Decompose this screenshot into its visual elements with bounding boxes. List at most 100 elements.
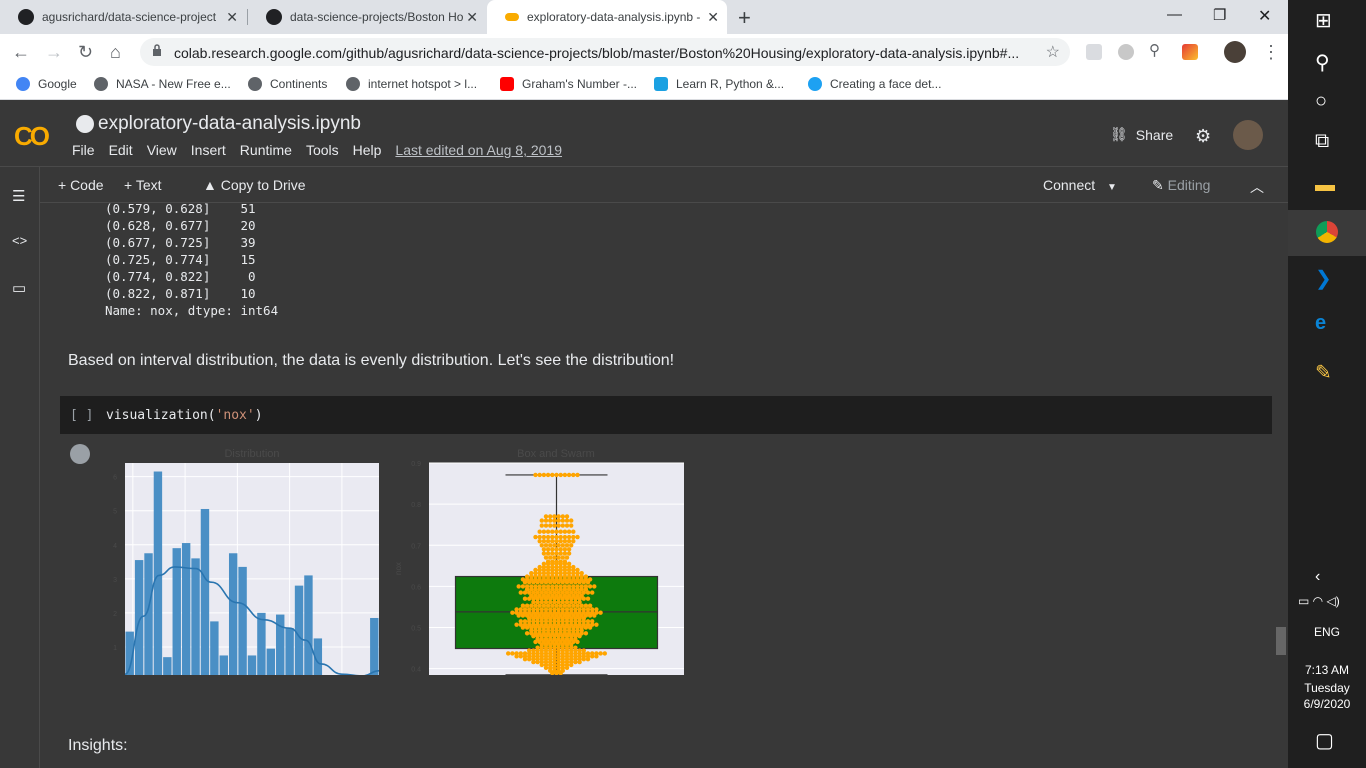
swarm-point [543, 555, 549, 560]
swarm-point [556, 599, 561, 605]
chevron-left-icon[interactable]: ‹ [1315, 568, 1320, 586]
menu-edit[interactable]: Edit [109, 142, 133, 158]
file-explorer-icon[interactable]: ▬ [1315, 174, 1335, 197]
chrome-icon[interactable] [1316, 221, 1338, 243]
bookmark-star-icon[interactable]: ☆ [1046, 42, 1060, 62]
address-bar[interactable]: colab.research.google.com/github/agusric… [140, 38, 1070, 66]
swarm-point [516, 584, 521, 589]
settings-gear-icon[interactable]: ⚙ [1195, 126, 1211, 147]
editing-mode-button[interactable]: ✎ Editing [1152, 177, 1210, 194]
tab-3-active[interactable]: exploratory-data-analysis.ipynb - ✕ [487, 0, 727, 34]
task-view-icon[interactable]: ⧉ [1315, 130, 1329, 153]
cortana-icon[interactable]: ○ [1315, 90, 1327, 113]
pencil-icon: ✎ [1152, 177, 1168, 193]
code-snippets-icon[interactable]: <> [12, 233, 27, 248]
share-button[interactable]: ⛓ Share [1110, 126, 1173, 143]
search-extension-icon[interactable]: ⚲ [1149, 41, 1165, 59]
forward-icon[interactable]: → [45, 42, 63, 63]
menu-tools[interactable]: Tools [306, 142, 339, 158]
dist-bar [219, 655, 228, 675]
output-line: (0.628, 0.677] 20 [105, 218, 256, 233]
back-icon[interactable]: ← [12, 42, 30, 63]
reload-icon[interactable]: ↻ [78, 42, 93, 63]
copy-to-drive-button[interactable]: ▲ Copy to Drive [203, 177, 306, 193]
bookmark-face[interactable]: Creating a face det... [808, 77, 941, 91]
swarm-point [550, 603, 555, 608]
dist-bar [266, 648, 276, 675]
home-icon[interactable]: ⌂ [110, 42, 121, 63]
github-icon [76, 115, 94, 133]
swarm-point [545, 534, 551, 540]
box-ytick-label: 0.8 [411, 502, 421, 509]
extension-icon[interactable] [1118, 44, 1134, 60]
swarm-point [537, 603, 542, 608]
drive-icon: ▲ [203, 177, 221, 193]
code-cell[interactable]: [ ] visualization('nox') [60, 396, 1272, 434]
menu-runtime[interactable]: Runtime [240, 142, 292, 158]
google-icon [16, 77, 30, 91]
swarm-point [577, 659, 582, 665]
close-icon[interactable]: ✕ [707, 9, 719, 26]
collapse-chevron-icon[interactable]: ︿ [1250, 177, 1264, 197]
bookmark-grahams[interactable]: Graham's Number -... [500, 77, 637, 91]
swarm-point [571, 538, 576, 544]
last-edited-link[interactable]: Last edited on Aug 8, 2019 [395, 142, 562, 158]
bookmark-continents[interactable]: Continents [248, 77, 327, 91]
user-avatar[interactable] [1233, 120, 1263, 150]
paint-icon[interactable]: ✎ [1315, 360, 1332, 385]
tab-1[interactable]: agusrichard/data-science-project ✕ [0, 0, 246, 34]
menu-file[interactable]: File [72, 142, 95, 158]
profile-avatar[interactable] [1224, 41, 1246, 63]
box-title: Box and Swarm [517, 448, 595, 460]
notebook-title[interactable]: exploratory-data-analysis.ipynb [76, 113, 361, 135]
more-menu-icon[interactable]: ⋮ [1262, 42, 1280, 63]
swarm-point [522, 657, 528, 662]
bookmark-google[interactable]: Google [16, 77, 77, 91]
clock-time[interactable]: 7:13 AM [1288, 663, 1366, 677]
url-text: colab.research.google.com/github/agusric… [174, 45, 1020, 61]
swarm-point [552, 518, 557, 523]
search-icon[interactable]: ⚲ [1315, 50, 1330, 75]
swarm-point [564, 580, 570, 585]
close-icon[interactable]: ✕ [226, 9, 238, 26]
menu-insert[interactable]: Insert [191, 142, 226, 158]
new-tab-button[interactable]: + [738, 5, 751, 31]
maximize-icon[interactable]: ❐ [1213, 6, 1226, 24]
swarm-point [566, 538, 572, 544]
menu-view[interactable]: View [147, 142, 177, 158]
bookmark-hotspot[interactable]: internet hotspot > l... [346, 77, 477, 91]
extension-icon[interactable] [1086, 44, 1102, 60]
notebook-title-text: exploratory-data-analysis.ipynb [98, 113, 361, 134]
swarm-point [575, 472, 580, 478]
dropdown-icon: ▼ [1107, 182, 1117, 193]
menu-help[interactable]: Help [353, 142, 382, 158]
extension-icon[interactable] [1182, 44, 1198, 60]
add-text-button[interactable]: + Text [124, 177, 162, 193]
swarm-point [548, 580, 553, 585]
close-window-icon[interactable]: ✕ [1258, 6, 1271, 26]
windows-start-icon[interactable]: ⊞ [1315, 8, 1332, 33]
run-cell-button[interactable]: [ ] [70, 408, 93, 423]
swarm-point [575, 534, 580, 540]
colab-logo[interactable]: CO [14, 121, 50, 152]
files-folder-icon[interactable]: ▭ [12, 279, 26, 297]
swarm-point [558, 472, 563, 478]
close-icon[interactable]: ✕ [466, 9, 478, 26]
dist-bar [181, 543, 191, 675]
bookmark-nasa[interactable]: NASA - New Free e... [94, 77, 231, 91]
swarm-point [522, 590, 528, 595]
system-tray-icons[interactable]: ▭ ◠ ◁) [1298, 594, 1340, 608]
swarm-point [516, 613, 521, 618]
language-indicator[interactable]: ENG [1288, 625, 1366, 639]
connect-button[interactable]: Connect ▼ [1043, 177, 1117, 193]
bookmark-learn[interactable]: Learn R, Python &... [654, 77, 784, 91]
notifications-icon[interactable]: ▢ [1315, 728, 1334, 753]
table-of-contents-icon[interactable]: ☰ [12, 187, 25, 205]
minimize-icon[interactable]: — [1167, 6, 1182, 23]
swarm-point [558, 551, 563, 556]
tab-2[interactable]: data-science-projects/Boston Ho ✕ [248, 0, 486, 34]
add-code-button[interactable]: + Code [58, 177, 104, 193]
edge-icon[interactable]: e [1315, 312, 1326, 335]
scrollbar-thumb[interactable] [1276, 627, 1286, 655]
vscode-icon[interactable]: ❯ [1315, 266, 1332, 291]
